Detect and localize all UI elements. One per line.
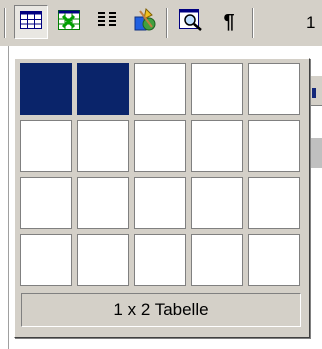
list-icon xyxy=(312,88,316,98)
toolbar-separator xyxy=(166,8,168,38)
table-grid-cell[interactable] xyxy=(77,120,129,172)
show-paragraph-marks-button[interactable]: ¶ xyxy=(212,5,246,39)
table-grid-cell[interactable] xyxy=(191,63,243,115)
table-grid-cell[interactable] xyxy=(20,177,72,229)
table-grid-cell[interactable] xyxy=(77,234,129,286)
columns-button[interactable] xyxy=(90,5,124,39)
table-grid-cell[interactable] xyxy=(134,234,186,286)
drawing-button[interactable] xyxy=(128,5,162,39)
table-grid-cell[interactable] xyxy=(248,177,300,229)
insert-table-dropdown: 1 x 2 Tabelle xyxy=(14,58,310,338)
table-grid-cell[interactable] xyxy=(20,120,72,172)
zoom-box[interactable]: 1 xyxy=(306,13,315,33)
table-grid-cell[interactable] xyxy=(248,120,300,172)
table-grid-cell[interactable] xyxy=(134,63,186,115)
table-grid-cell[interactable] xyxy=(77,177,129,229)
standard-toolbar: ¶ 1 xyxy=(0,0,322,46)
columns-icon xyxy=(97,11,117,34)
table-grid-cell[interactable] xyxy=(134,177,186,229)
table-grid-cell[interactable] xyxy=(191,177,243,229)
table-grid-cell[interactable] xyxy=(20,234,72,286)
table-grid-cell[interactable] xyxy=(191,120,243,172)
paragraph-marks-icon: ¶ xyxy=(223,10,235,33)
drawing-icon xyxy=(132,7,158,38)
table-grid-cell-selected[interactable] xyxy=(20,63,72,115)
table-grid-cell[interactable] xyxy=(191,234,243,286)
table-grid-icon xyxy=(20,10,42,34)
table-size-label: 1 x 2 Tabelle xyxy=(21,293,301,327)
toolbar-separator xyxy=(252,8,254,38)
table-grid-cell[interactable] xyxy=(134,120,186,172)
table-grid-cell[interactable] xyxy=(248,63,300,115)
document-edge xyxy=(8,46,9,349)
document-map-button[interactable] xyxy=(174,5,208,39)
excel-sheet-icon xyxy=(58,9,80,35)
document-map-icon xyxy=(179,8,203,36)
table-grid-cell[interactable] xyxy=(248,234,300,286)
toolbar-separator xyxy=(4,8,6,38)
table-grid-cell-selected[interactable] xyxy=(77,63,129,115)
insert-excel-sheet-button[interactable] xyxy=(52,5,86,39)
insert-table-button[interactable] xyxy=(14,5,48,39)
